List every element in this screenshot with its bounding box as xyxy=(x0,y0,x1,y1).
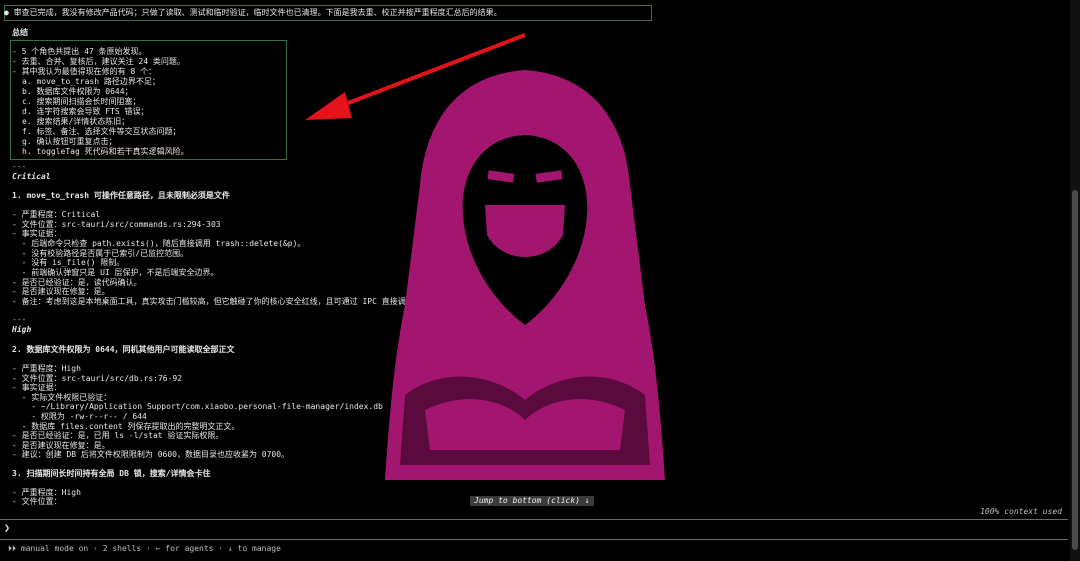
summary-line-1: - 5 个角色共提出 47 条原始发现。 xyxy=(12,47,147,56)
high-severity: - 严重程度：High xyxy=(12,364,81,373)
critical-evidence-4: - 前端确认弹窗只是 UI 层保护，不是后端安全边界。 xyxy=(12,268,219,277)
input-bottom-divider xyxy=(0,539,1068,540)
summary-line-2: - 去重、合并、复核后，建议关注 24 类问题。 xyxy=(12,57,185,66)
intro-line: ● 审查已完成，我没有修改产品代码；只做了读取、测试和临时验证，临时文件也已清理… xyxy=(4,8,502,17)
high-evidence-3: - 权限为 -rw-r--r-- / 644 xyxy=(12,412,147,421)
summary-item: d. 连字符搜索会导致 FTS 错误； xyxy=(22,107,149,116)
critical-evidence-1: - 后端命令只检查 path.exists()，随后直接调用 trash::de… xyxy=(12,239,306,248)
third-title: 3. 扫描期间长时间持有全局 DB 锁，搜索/详情会卡住 xyxy=(12,469,211,478)
summary-item: f. 标签、备注、选择文件等交互状态问题； xyxy=(22,127,181,136)
separator: --- xyxy=(12,162,27,171)
critical-label: Critical xyxy=(12,172,51,181)
critical-fix: - 是否建议现在修复：是。 xyxy=(12,287,110,296)
context-usage: 100% context used xyxy=(980,507,1062,516)
high-verified: - 是否已经验证：是，已用 ls -l/stat 验证实际权限。 xyxy=(12,431,224,440)
prompt-symbol: ❯ xyxy=(4,523,11,534)
separator: --- xyxy=(12,315,27,324)
critical-title: 1. move_to_trash 可操作任意路径，且未限制必须是文件 xyxy=(12,191,230,200)
intro-text: 审查已完成，我没有修改产品代码；只做了读取、测试和临时验证，临时文件也已清理。下… xyxy=(13,8,502,17)
summary-item: a. move_to_trash 路径边界不足； xyxy=(22,77,160,86)
high-label: High xyxy=(12,325,32,334)
high-advice: - 建议：创建 DB 后将文件权限限制为 0600，数据目录也应收紧为 0700… xyxy=(12,450,290,459)
critical-evidence: - 事实证据： xyxy=(12,229,62,238)
jump-to-bottom-button[interactable]: Jump to bottom (click) ↓ xyxy=(470,496,594,506)
red-arrow-annotation xyxy=(305,33,526,120)
summary-item: e. 搜索结果/详情状态陈旧； xyxy=(22,117,130,126)
high-evidence-2: - ~/Library/Application Support/com.xiao… xyxy=(12,402,383,411)
high-evidence: - 事实证据： xyxy=(12,383,62,392)
critical-severity: - 严重程度：Critical xyxy=(12,210,101,219)
summary-item: b. 数据库文件权限为 0644； xyxy=(22,87,133,96)
status-bar: ⏵⏵ manual mode on · 2 shells · ← for age… xyxy=(8,544,281,553)
critical-evidence-3: - 没有 is_file() 限制。 xyxy=(12,258,125,267)
prompt-input[interactable]: ❯ xyxy=(4,523,10,534)
input-top-divider xyxy=(0,519,1068,520)
summary-item: h. toggleTag 死代码和若干真实逻辑风险。 xyxy=(22,147,189,156)
summary-item: g. 确认按钮可重复点击； xyxy=(22,137,117,146)
scrollbar[interactable] xyxy=(1070,0,1080,561)
summary-heading: 总结 xyxy=(12,28,28,37)
summary-line-3: - 其中我认为最值得现在修的有 8 个： xyxy=(12,67,157,76)
high-title: 2. 数据库文件权限为 0644，同机其他用户可能读取全部正文 xyxy=(12,345,235,354)
third-location: - 文件位置： xyxy=(12,497,62,506)
summary-item: c. 搜索期间扫描会长时间阻塞； xyxy=(22,97,141,106)
scroll-thumb[interactable] xyxy=(1072,190,1078,550)
